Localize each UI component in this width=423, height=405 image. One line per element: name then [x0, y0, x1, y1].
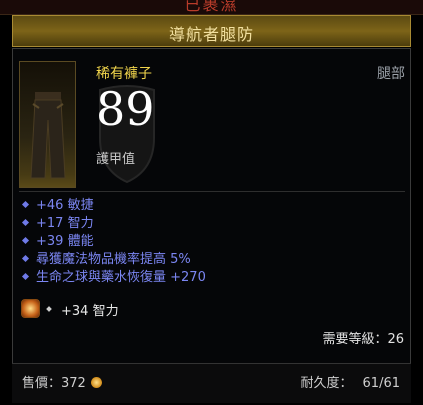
bullet-icon	[21, 218, 30, 227]
pants-icon	[30, 92, 66, 179]
item-title: 導航者腿防	[168, 25, 254, 44]
socket-bonus: +34 智力	[61, 304, 119, 319]
affix-item: +46 敏捷	[20, 197, 206, 215]
durability: 耐久度： 61/61	[301, 372, 400, 391]
affix-item: +39 體能	[20, 233, 206, 251]
gem-icon	[21, 299, 40, 318]
affix-text: 生命之球與藥水恢復量 +270	[36, 270, 206, 285]
affix-text: +39 體能	[36, 234, 94, 249]
tooltip-footer: 售價：372 耐久度： 61/61	[12, 363, 411, 403]
bullet-icon	[21, 254, 30, 263]
affix-text: +17 智力	[36, 216, 94, 231]
affix-item: 生命之球與藥水恢復量 +270	[20, 269, 206, 287]
level-requirement: 需要等級：26	[322, 332, 404, 347]
sell-label: 售價：372	[22, 376, 86, 391]
set-name: 已裹濕	[184, 0, 239, 14]
armor-value: 89	[96, 82, 155, 136]
armor-label: 護甲值	[96, 152, 136, 167]
set-name-strip: 已裹濕	[0, 0, 423, 15]
affix-text: +46 敏捷	[36, 198, 94, 213]
bullet-icon	[21, 200, 30, 209]
gold-coin-icon	[90, 377, 102, 388]
durability-value: 61/61	[362, 376, 400, 391]
item-title-bar: 導航者腿防	[12, 15, 411, 47]
affix-item: +17 智力	[20, 215, 206, 233]
item-rarity-type: 稀有褲子	[96, 66, 152, 82]
sell-price: 售價：372	[22, 372, 102, 391]
durability-label: 耐久度：	[300, 376, 353, 391]
affix-item: 尋獲魔法物品機率提高 5%	[20, 251, 206, 269]
item-slot: 腿部	[377, 66, 405, 82]
affix-text: 尋獲魔法物品機率提高 5%	[36, 252, 191, 267]
affix-list: +46 敏捷 +17 智力 +39 體能 尋獲魔法物品機率提高 5% 生命之球與…	[20, 197, 206, 287]
item-image	[19, 61, 76, 188]
bullet-icon	[21, 272, 30, 281]
divider	[19, 191, 405, 192]
bullet-icon	[21, 236, 30, 245]
